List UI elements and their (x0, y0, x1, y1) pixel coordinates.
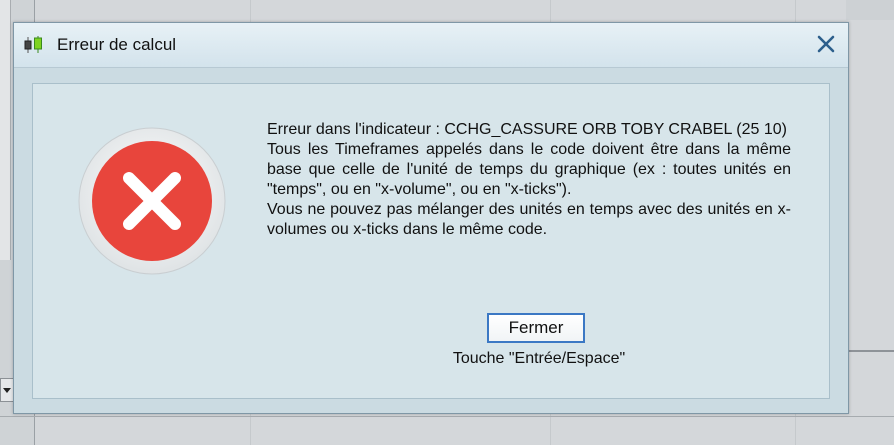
dialog-title: Erreur de calcul (57, 35, 177, 54)
close-button[interactable]: Fermer (487, 313, 585, 343)
error-message-units: Vous ne pouvez pas mélanger des unités e… (267, 201, 791, 238)
error-message-indicator: Erreur dans l'indicateur : CCHG_CASSURE … (267, 121, 787, 138)
close-icon[interactable] (814, 32, 838, 56)
background-chart-line (846, 350, 894, 352)
scroll-down-arrow[interactable] (0, 378, 14, 402)
dialog-content: Erreur dans l'indicateur : CCHG_CASSURE … (32, 83, 830, 399)
background-panel (846, 0, 894, 20)
background-left-edge (0, 0, 11, 260)
error-message: Erreur dans l'indicateur : CCHG_CASSURE … (267, 120, 791, 240)
candlestick-chart-icon (23, 36, 45, 54)
error-message-timeframes: Tous les Timeframes appelés dans le code… (267, 141, 791, 198)
error-dialog: Erreur de calcul Erreur dans l'indicateu… (13, 22, 849, 414)
error-x-icon (77, 126, 227, 276)
dialog-titlebar[interactable]: Erreur de calcul (14, 23, 848, 68)
keyboard-hint: Touche "Entrée/Espace" (452, 350, 626, 367)
background-divider (0, 416, 894, 417)
